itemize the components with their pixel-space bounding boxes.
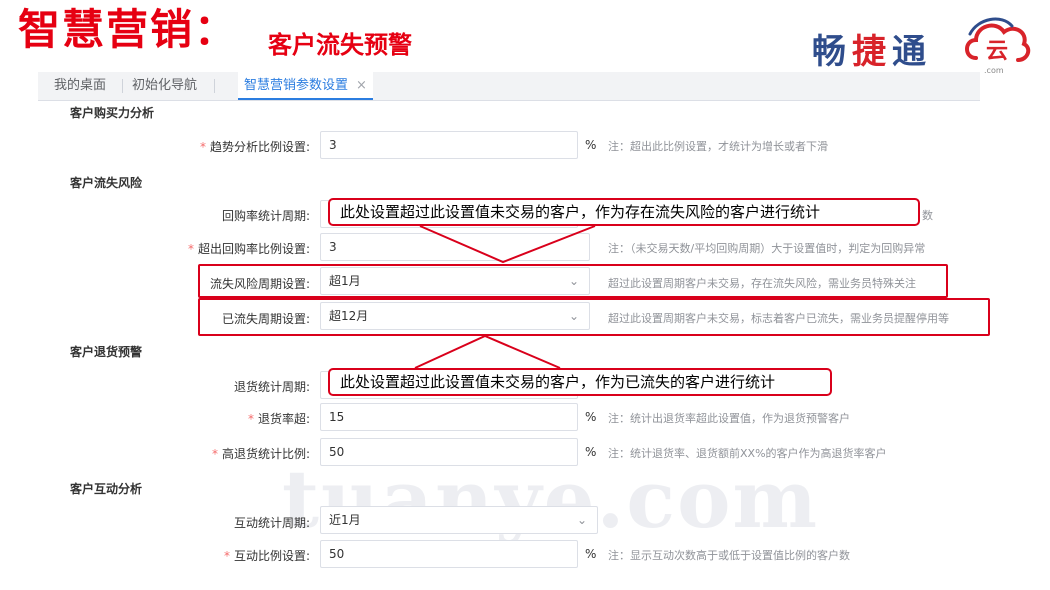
highlight-churned-row — [198, 298, 990, 336]
callout-churned: 此处设置超过此设置值未交易的客户，作为已流失的客户进行统计 — [328, 368, 832, 396]
callout-churn-risk: 此处设置超过此设置值未交易的客户，作为存在流失风险的客户进行统计 — [328, 198, 920, 226]
highlight-churn-risk-row — [198, 264, 948, 298]
